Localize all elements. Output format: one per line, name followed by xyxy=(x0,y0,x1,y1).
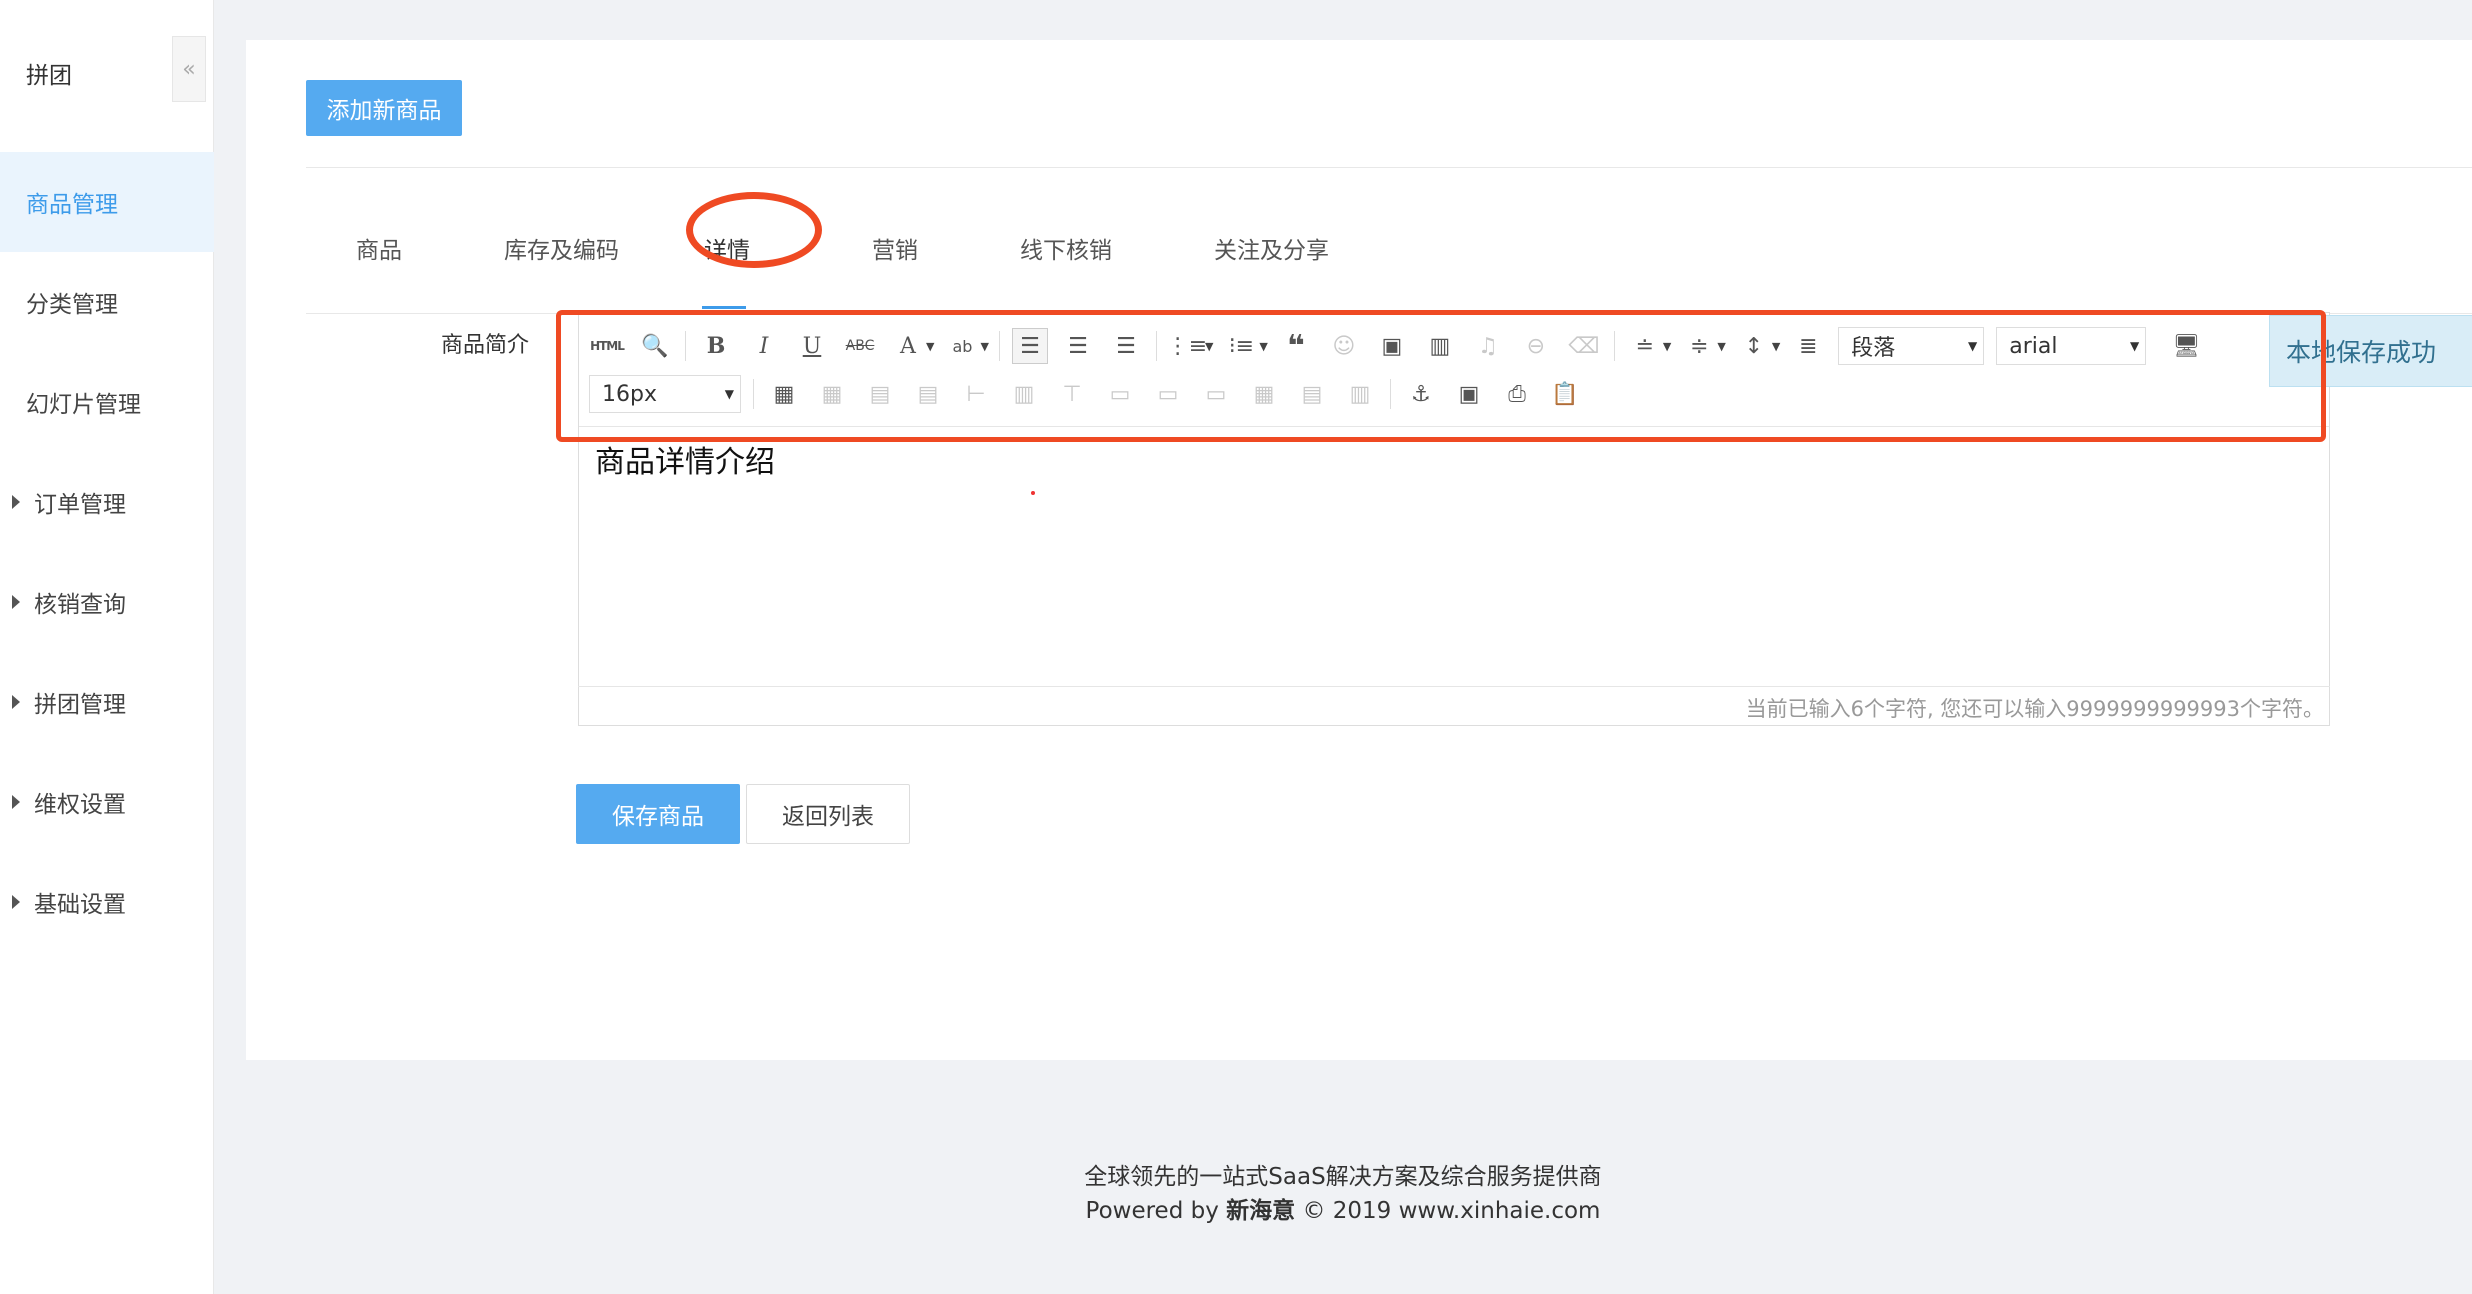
character-counter-bar: 当前已输入6个字符, 您还可以输入9999999999993个字符。 xyxy=(578,686,2330,726)
sidebar-title: 拼团 xyxy=(26,63,72,89)
save-product-button[interactable]: 保存商品 xyxy=(576,784,740,844)
annotation-circle xyxy=(686,192,822,268)
sidebar-item-label: 拼团管理 xyxy=(34,692,126,718)
annotation-rectangle xyxy=(556,310,2326,442)
divider xyxy=(306,167,2472,168)
tab-follow-share[interactable]: 关注及分享 xyxy=(1214,218,1329,278)
sidebar-item-rights-settings[interactable]: 维权设置 xyxy=(0,752,214,852)
sidebar: 拼团 « 商品管理 分类管理 幻灯片管理 订单管理 核销查询 拼团管理 维权设置… xyxy=(0,0,214,1294)
add-product-button[interactable]: 添加新商品 xyxy=(306,80,462,136)
tab-marketing[interactable]: 营销 xyxy=(872,218,918,278)
powered-by-prefix: Powered by xyxy=(1085,1198,1227,1224)
tab-bar: 商品 库存及编码 详情 营销 线下核销 关注及分享 xyxy=(306,218,2472,314)
cursor-marker xyxy=(1031,491,1035,495)
character-counter: 当前已输入6个字符, 您还可以输入9999999999993个字符。 xyxy=(1745,697,2324,721)
sidebar-item-label: 分类管理 xyxy=(26,292,118,318)
copyright-text: © 2019 www.xinhaie.com xyxy=(1295,1198,1601,1224)
tab-offline-verification[interactable]: 线下核销 xyxy=(1020,218,1112,278)
tab-inventory[interactable]: 库存及编码 xyxy=(504,218,619,278)
sidebar-item-label: 核销查询 xyxy=(34,592,126,618)
sidebar-item-label: 商品管理 xyxy=(26,192,118,218)
sidebar-item-order-management[interactable]: 订单管理 xyxy=(0,452,214,552)
back-to-list-button[interactable]: 返回列表 xyxy=(746,784,910,844)
sidebar-item-label: 维权设置 xyxy=(34,792,126,818)
editor-content[interactable]: 商品详情介绍 xyxy=(595,437,775,481)
sidebar-item-label: 幻灯片管理 xyxy=(26,392,141,418)
caret-right-icon xyxy=(12,695,20,709)
footer-tagline: 全球领先的一站式SaaS解决方案及综合服务提供商 xyxy=(1084,1164,1602,1190)
main-panel: 添加新商品 商品 库存及编码 详情 营销 线下核销 关注及分享 商品简介 HTM… xyxy=(246,40,2472,1060)
caret-right-icon xyxy=(12,495,20,509)
collapse-sidebar-button[interactable]: « xyxy=(172,36,206,102)
tab-product[interactable]: 商品 xyxy=(356,218,402,278)
sidebar-item-group-buy-management[interactable]: 拼团管理 xyxy=(0,652,214,752)
sidebar-item-category-management[interactable]: 分类管理 xyxy=(0,252,214,352)
field-label-product-intro: 商品简介 xyxy=(441,333,530,358)
sidebar-item-product-management[interactable]: 商品管理 xyxy=(0,152,214,252)
sidebar-item-label: 订单管理 xyxy=(34,492,126,518)
caret-right-icon xyxy=(12,795,20,809)
footer-powered-by: Powered by 新海意 © 2019 www.xinhaie.com xyxy=(214,1194,2472,1228)
sidebar-item-basic-settings[interactable]: 基础设置 xyxy=(0,852,214,952)
brand-name: 新海意 xyxy=(1226,1198,1296,1224)
sidebar-item-slideshow-management[interactable]: 幻灯片管理 xyxy=(0,352,214,452)
sidebar-item-label: 基础设置 xyxy=(34,892,126,918)
caret-right-icon xyxy=(12,595,20,609)
caret-right-icon xyxy=(12,895,20,909)
double-chevron-left-icon: « xyxy=(182,56,196,82)
sidebar-item-verification-query[interactable]: 核销查询 xyxy=(0,552,214,652)
active-tab-indicator xyxy=(702,306,746,309)
footer: 全球领先的一站式SaaS解决方案及综合服务提供商 Powered by 新海意 … xyxy=(214,1160,2472,1228)
